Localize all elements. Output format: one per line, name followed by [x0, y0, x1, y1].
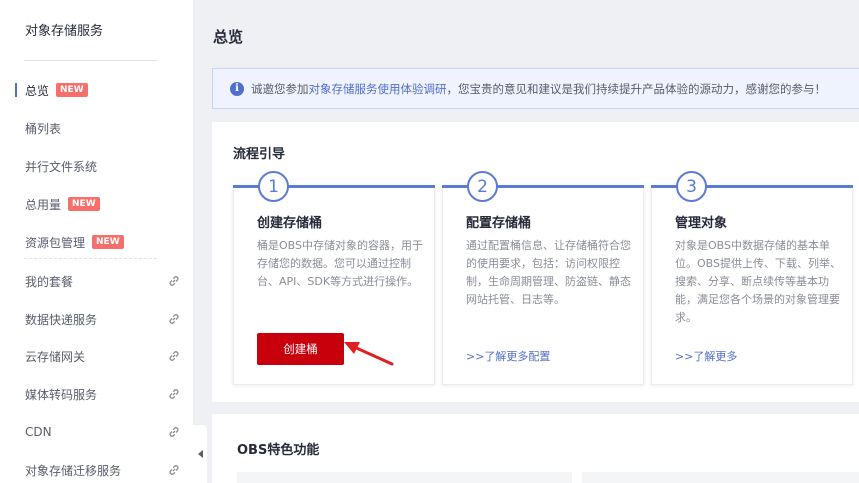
create-bucket-button[interactable]: 创建桶 [257, 333, 344, 365]
sidebar: 对象存储服务 总览 NEW 桶列表 并行文件系统 总用量 NEW 资源包管理 N… [0, 0, 193, 483]
annotation-arrow-icon [344, 342, 394, 366]
sidebar-item-label: 我的套餐 [25, 274, 74, 289]
step-description: 通过配置桶信息、让存储桶符合您的使用要求，包括：访问权限控制，生命周期管理、防盗… [466, 239, 631, 306]
step-number: 1 [258, 171, 289, 202]
page-title: 总览 [213, 28, 244, 46]
sidebar-collapse-button[interactable] [193, 425, 207, 483]
survey-link[interactable]: 对象存储服务使用体验调研 [309, 81, 447, 97]
link-icon [169, 389, 179, 399]
sidebar-item-total-usage[interactable]: 总用量 NEW [0, 189, 193, 219]
sidebar-item-my-packages[interactable]: 我的套餐 [0, 266, 193, 296]
sidebar-item-parallel-fs[interactable]: 并行文件系统 [0, 151, 193, 181]
link-icon [169, 427, 179, 437]
sidebar-item-label: 并行文件系统 [25, 159, 98, 174]
features-panel: OBS特色功能 [212, 414, 859, 483]
chevron-left-icon [197, 450, 203, 458]
sidebar-item-label: 云存储网关 [25, 349, 86, 364]
sidebar-item-label: 数据快递服务 [25, 312, 98, 327]
sidebar-item-label: 资源包管理 [25, 235, 86, 250]
step-heading: 管理对象 [675, 216, 728, 231]
survey-notice: i 诚邀您参加 对象存储服务使用体验调研 ，您宝贵的意见和建议是我们持续提升产品体验… [212, 68, 859, 109]
sidebar-item-overview[interactable]: 总览 NEW [0, 75, 193, 105]
new-badge: NEW [68, 197, 100, 211]
step-number: 3 [676, 171, 707, 202]
sidebar-item-label: 总览 [25, 83, 50, 98]
link-icon [169, 314, 179, 324]
step-card-create-bucket: 1 创建存储桶 桶是OBS中存储对象的容器，用于存储您的数据。您可以通过控制台、… [233, 171, 435, 385]
sidebar-item-label: 媒体转码服务 [25, 387, 98, 402]
sidebar-item-label: 对象存储迁移服务 [25, 463, 122, 478]
sidebar-item-label: 总用量 [25, 197, 62, 212]
sidebar-divider [24, 258, 157, 259]
link-icon [169, 465, 179, 475]
sidebar-item-resource-package[interactable]: 资源包管理 NEW [0, 227, 193, 257]
step-description: 桶是OBS中存储对象的容器，用于存储您的数据。您可以通过控制台、API、SDK等… [257, 239, 423, 288]
feature-card [582, 472, 859, 483]
sidebar-item-migration[interactable]: 对象存储迁移服务 [0, 455, 193, 483]
new-badge: NEW [56, 83, 88, 97]
step-description: 对象是OBS中数据存储的基本单位。OBS提供上传、下载、列举、搜索、分享、断点续… [675, 239, 841, 324]
sidebar-item-cdn[interactable]: CDN [0, 417, 193, 447]
step-heading: 配置存储桶 [466, 216, 532, 231]
step-card-configure-bucket: 2 配置存储桶 通过配置桶信息、让存储桶符合您的使用要求，包括：访问权限控制，生… [442, 171, 644, 385]
sidebar-item-media-transcode[interactable]: 媒体转码服务 [0, 379, 193, 409]
link-icon [169, 351, 179, 361]
learn-more-link[interactable]: >>了解更多 [675, 348, 737, 364]
sidebar-title: 对象存储服务 [25, 24, 104, 39]
new-badge: NEW [92, 235, 124, 249]
step-number: 2 [467, 171, 498, 202]
step-card-manage-objects: 3 管理对象 对象是OBS中数据存储的基本单位。OBS提供上传、下载、列举、搜索… [651, 171, 853, 385]
notice-prefix: 诚邀您参加 [251, 81, 309, 96]
sidebar-item-label: 桶列表 [25, 121, 62, 136]
guide-title: 流程引导 [233, 147, 286, 162]
sidebar-item-data-express[interactable]: 数据快递服务 [0, 304, 193, 334]
feature-card [237, 472, 572, 483]
info-icon: i [230, 81, 244, 96]
notice-suffix: ，您宝贵的意见和建议是我们持续提升产品体验的源动力，感谢您的参与！ [446, 81, 827, 96]
learn-more-config-link[interactable]: >>了解更多配置 [466, 348, 550, 364]
sidebar-item-bucket-list[interactable]: 桶列表 [0, 113, 193, 143]
step-heading: 创建存储桶 [257, 216, 323, 231]
process-guide-panel: 流程引导 1 创建存储桶 桶是OBS中存储对象的容器，用于存储您的数据。您可以通… [212, 122, 859, 402]
sidebar-item-label: CDN [25, 425, 52, 439]
features-title: OBS特色功能 [237, 443, 320, 458]
sidebar-item-storage-gateway[interactable]: 云存储网关 [0, 341, 193, 371]
sidebar-divider [24, 60, 157, 61]
link-icon [169, 276, 179, 286]
